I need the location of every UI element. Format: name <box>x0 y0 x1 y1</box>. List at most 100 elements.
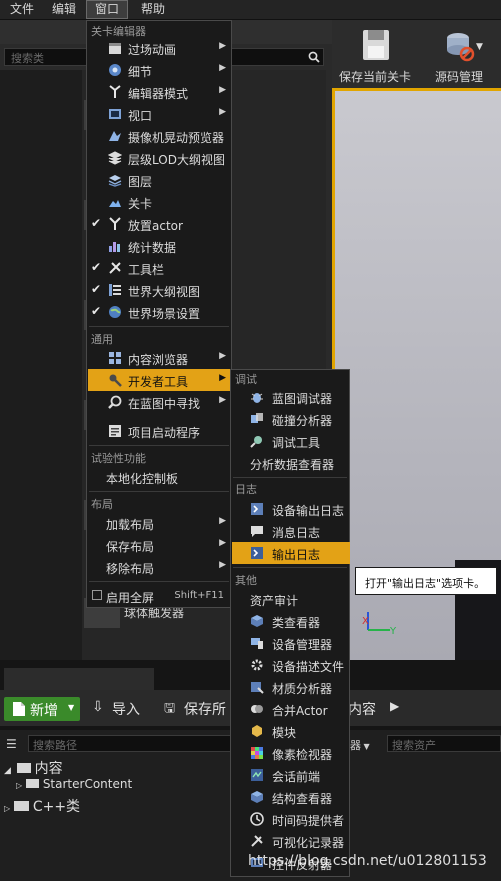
menu-item-label: 摄像机晃动预览器 <box>128 131 225 145</box>
menu-item-developer-tools[interactable]: 开发者工具 ▶ <box>88 369 230 391</box>
watermark: https://blog.csdn.net/u012801153 <box>248 853 487 869</box>
menu-item-content-browser[interactable]: 内容浏览器 ▶ <box>88 347 230 369</box>
viewport-icon <box>109 109 121 119</box>
menu-item-label: 层级LOD大纲视图 <box>128 153 225 167</box>
svg-text:X: X <box>362 616 369 627</box>
modes-icon <box>109 85 121 98</box>
menu-item-collision-analyzer[interactable]: 碰撞分析器 <box>232 408 350 430</box>
tree-item-content[interactable]: ◢ 内容 <box>4 758 63 778</box>
save-level-button[interactable]: 保存当前关卡 <box>334 24 416 86</box>
menu-item-label: 材质分析器 <box>272 682 333 696</box>
menu-item-blueprint-debugger[interactable]: 蓝图调试器 <box>232 386 350 408</box>
content-path-label[interactable]: 内容 <box>348 699 376 719</box>
chevron-right-icon[interactable]: ▶ <box>390 699 399 713</box>
menu-item-label: 本地化控制板 <box>106 472 179 486</box>
tree-item-cpp-classes[interactable]: ▷ C++类 <box>4 796 80 816</box>
asset-search-input[interactable]: 搜索资产 <box>387 735 501 752</box>
menu-item-localization-dashboard[interactable]: 本地化控制板 <box>88 466 230 488</box>
menu-item-place-actors[interactable]: ✔ 放置actor <box>88 213 230 235</box>
menu-item-label: 内容浏览器 <box>128 353 189 367</box>
menu-item-world-settings[interactable]: ✔ 世界场景设置 <box>88 301 230 323</box>
hlod-icon <box>108 151 122 165</box>
outliner-icon <box>109 284 121 296</box>
sources-toggle-icon[interactable]: ☰ <box>6 737 17 751</box>
menu-item-struct-viewer[interactable]: 结构查看器 <box>232 786 350 808</box>
menu-item-merge-actors[interactable]: 合并Actor <box>232 698 350 720</box>
menu-item-device-profiles[interactable]: 设备描述文件 <box>232 654 350 676</box>
menu-item-debug-tools[interactable]: 调试工具 <box>232 430 350 452</box>
menu-item-label: 类查看器 <box>272 616 321 630</box>
menu-item-details[interactable]: 细节 ▶ <box>88 59 230 81</box>
download-icon: ⇩ <box>92 699 104 715</box>
device-manager-icon <box>251 638 263 649</box>
message-log-icon <box>251 526 263 537</box>
tree-item-starter-content[interactable]: ▷ StarterContent <box>16 777 132 791</box>
menu-item-modules[interactable]: 模块 <box>232 720 350 742</box>
menu-item-material-analyzer[interactable]: 材质分析器 <box>232 676 350 698</box>
menu-item-output-log[interactable]: 输出日志 <box>232 542 350 564</box>
level-toolbar: 保存当前关卡 源码管理 ▼ <box>332 20 501 88</box>
menu-item-statistics[interactable]: 统计数据 <box>88 235 230 257</box>
menu-item-editor-modes[interactable]: 编辑器模式 ▶ <box>88 81 230 103</box>
menu-file[interactable]: 文件 <box>2 0 42 19</box>
section-layout: 布局 <box>91 498 113 511</box>
source-control-icon <box>447 33 475 62</box>
menu-item-remove-layout[interactable]: 移除布局 ▶ <box>88 556 230 578</box>
menu-item-world-outliner[interactable]: ✔ 世界大纲视图 <box>88 279 230 301</box>
menu-item-timecode-provider[interactable]: 时间码提供者 <box>232 808 350 830</box>
source-control-button[interactable]: 源码管理 <box>418 24 500 86</box>
project-launcher-icon <box>109 425 121 437</box>
content-browser-tab[interactable] <box>4 668 154 690</box>
find-in-blueprints-icon <box>108 395 122 409</box>
category-list[interactable] <box>0 70 82 660</box>
menu-separator <box>89 581 229 582</box>
menu-help[interactable]: 帮助 <box>133 0 173 19</box>
menu-item-class-viewer[interactable]: 类查看器 <box>232 610 350 632</box>
visual-logger-icon <box>251 835 263 847</box>
menu-item-message-log[interactable]: 消息日志 <box>232 520 350 542</box>
path-search-placeholder: 搜索路径 <box>33 739 77 752</box>
menu-item-project-launcher[interactable]: 项目启动程序 <box>88 420 230 442</box>
menu-item-pixel-inspector[interactable]: 像素检视器 <box>232 742 350 764</box>
collision-analyzer-icon <box>251 413 263 423</box>
collapse-arrow-icon: ▷ <box>4 804 11 813</box>
camera-shake-icon <box>109 131 121 141</box>
new-file-icon <box>13 702 25 716</box>
menu-item-toolbar[interactable]: ✔ 工具栏 <box>88 257 230 279</box>
path-search-input[interactable]: 搜索路径 <box>28 735 234 752</box>
menu-item-load-layout[interactable]: 加载布局 ▶ <box>88 512 230 534</box>
menu-item-visual-logger[interactable]: 可视化记录器 <box>232 830 350 852</box>
menu-item-viewports[interactable]: 视口 ▶ <box>88 103 230 125</box>
tooltip-text: 打开"输出日志"选项卡。 <box>365 577 486 590</box>
menu-item-session-frontend[interactable]: 会话前端 <box>232 764 350 786</box>
blueprint-debugger-icon <box>251 393 263 403</box>
menu-item-asset-audit[interactable]: 资产审计 <box>232 588 350 610</box>
menu-item-hlod-outliner[interactable]: 层级LOD大纲视图 <box>88 147 230 169</box>
menu-item-levels[interactable]: 关卡 <box>88 191 230 213</box>
chevron-down-icon[interactable]: ▼ <box>476 42 483 52</box>
filters-button[interactable]: 器 ▼ <box>350 737 370 753</box>
menu-item-cinematics[interactable]: 过场动画 ▶ <box>88 37 230 59</box>
save-all-label: 保存所 <box>184 702 226 718</box>
menu-item-label: 时间码提供者 <box>272 814 345 828</box>
import-label: 导入 <box>112 702 140 718</box>
menu-item-label: 工具栏 <box>128 263 165 277</box>
menu-item-device-output-log[interactable]: 设备输出日志 <box>232 498 350 520</box>
menu-window[interactable]: 窗口 <box>86 0 129 19</box>
chevron-right-icon: ▶ <box>219 560 226 570</box>
add-new-button[interactable]: 新增 ▼ <box>4 697 80 721</box>
menu-item-label: 保存布局 <box>106 540 155 554</box>
fullscreen-checkbox[interactable] <box>92 590 102 600</box>
section-experimental: 试验性功能 <box>91 452 146 465</box>
menu-item-profiler[interactable]: 分析数据查看器 <box>232 452 350 474</box>
output-log-icon <box>251 547 263 559</box>
menu-item-camera-shake-previewer[interactable]: 摄像机晃动预览器 <box>88 125 230 147</box>
menu-item-layers[interactable]: 图层 <box>88 169 230 191</box>
menu-item-find-in-blueprints[interactable]: 在蓝图中寻找 ▶ <box>88 391 230 413</box>
menu-item-save-layout[interactable]: 保存布局 ▶ <box>88 534 230 556</box>
menu-edit[interactable]: 编辑 <box>44 0 84 19</box>
clapper-icon <box>109 43 121 54</box>
menu-item-enable-fullscreen[interactable]: 启用全屏 Shift+F11 <box>88 585 230 607</box>
menu-item-label: 开发者工具 <box>128 375 189 389</box>
menu-item-device-manager[interactable]: 设备管理器 <box>232 632 350 654</box>
